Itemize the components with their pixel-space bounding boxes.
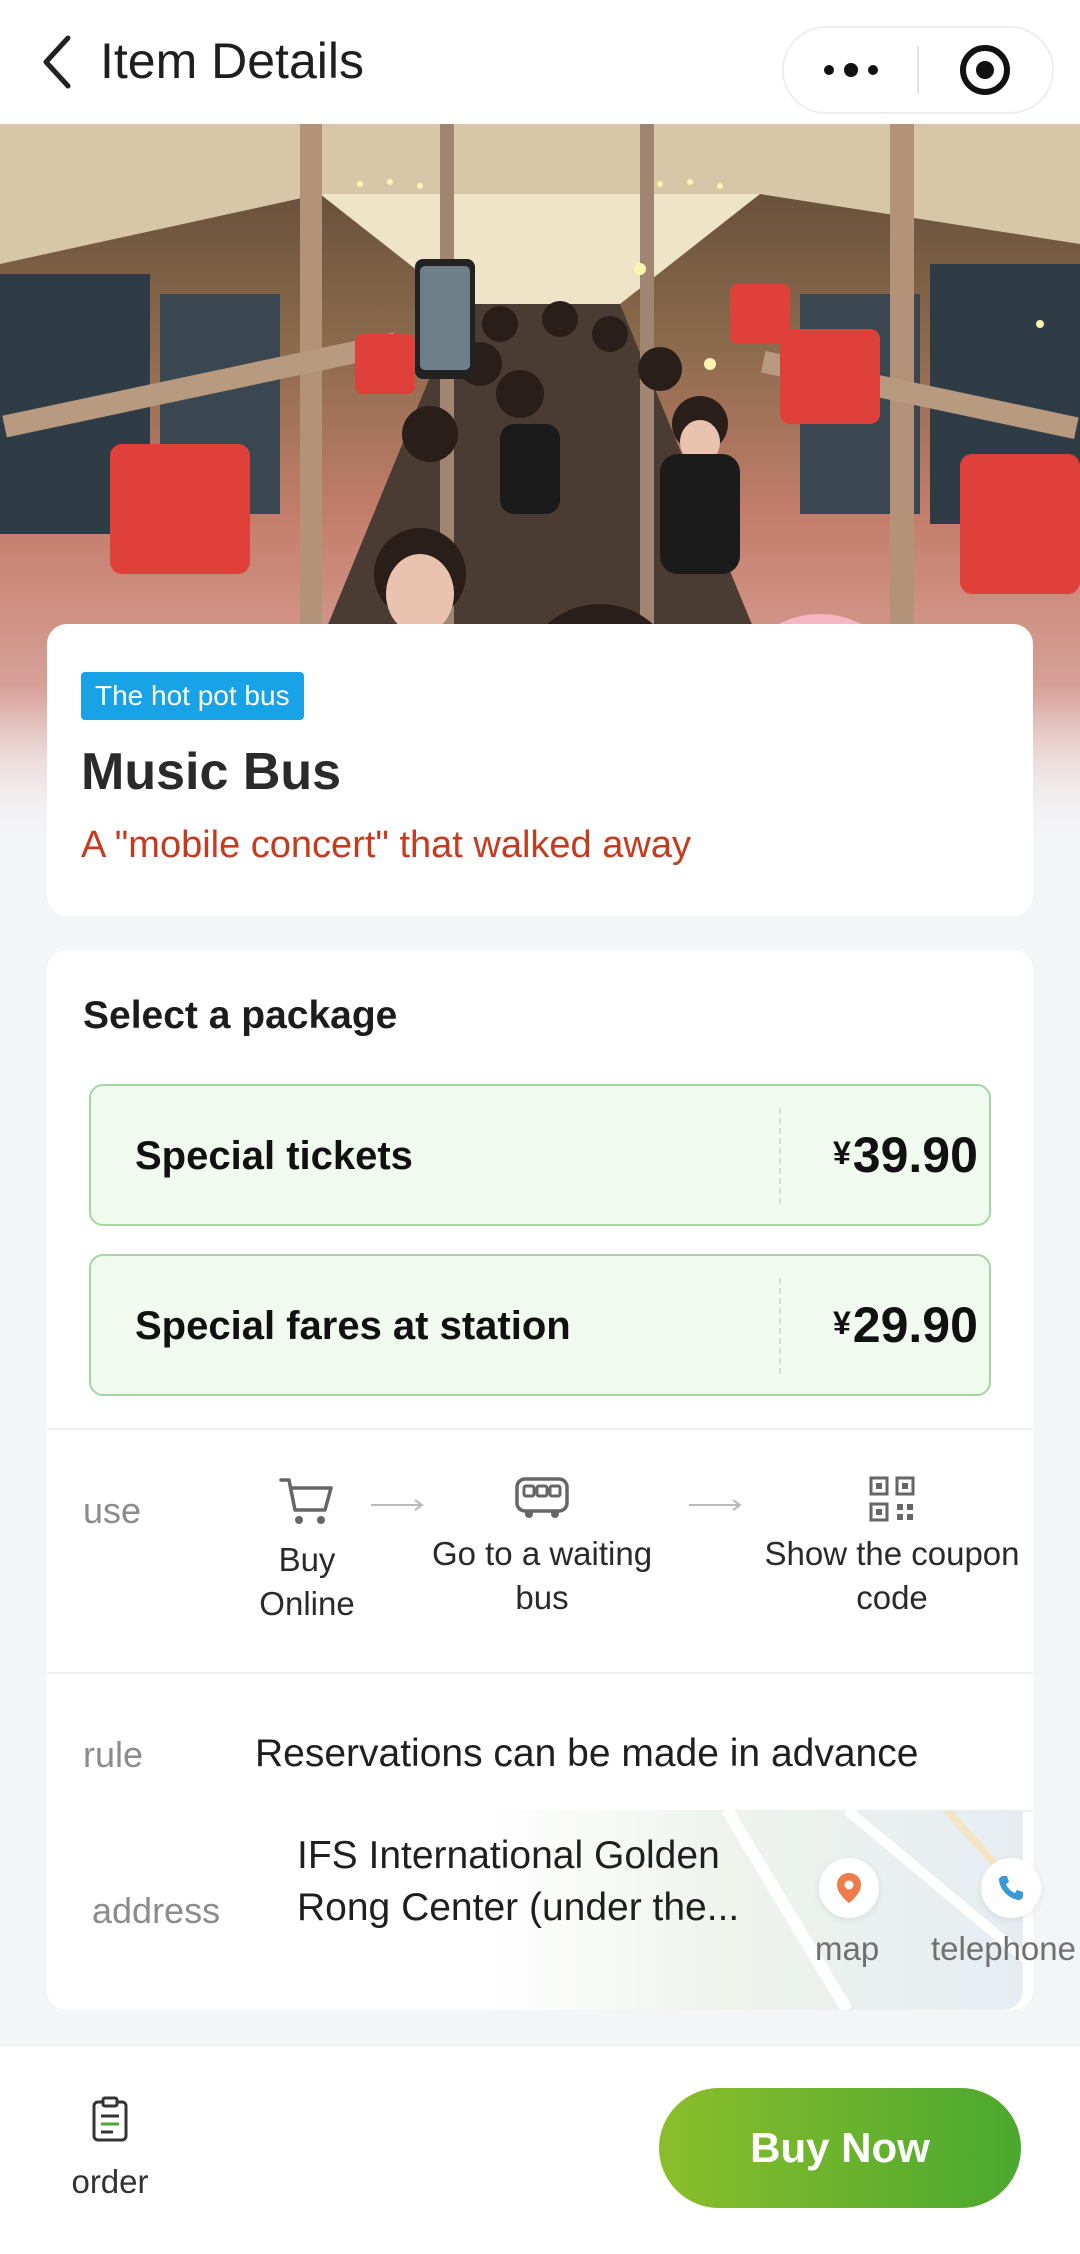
target-circle-icon (960, 45, 1011, 95)
cart-icon (279, 1478, 333, 1524)
item-details-page: Item Details The hot pot bus Music Bus A… (0, 0, 1080, 2254)
chevron-left-icon (43, 35, 71, 89)
package-option-special-tickets[interactable]: Special tickets ¥39.90 (89, 1084, 991, 1226)
order-button[interactable]: order (50, 2096, 170, 2206)
more-dots-icon (823, 63, 878, 77)
order-label: order (71, 2163, 149, 2200)
step-label-line2: bus (515, 1579, 569, 1616)
package-divider (779, 1278, 781, 1374)
address-text[interactable]: IFS International Golden Rong Center (un… (297, 1830, 777, 1934)
page-title: Item Details (100, 33, 364, 89)
divider (47, 1428, 1033, 1430)
map-button[interactable] (819, 1858, 879, 1918)
close-button[interactable] (919, 28, 1052, 112)
arrow-right-icon (689, 1499, 742, 1511)
back-button[interactable] (40, 30, 90, 94)
item-info-card: The hot pot bus Music Bus A "mobile conc… (47, 624, 1033, 916)
bus-icon (515, 1477, 569, 1518)
clipboard-icon (92, 2096, 128, 2142)
address-line1: IFS International Golden (297, 1834, 720, 1877)
map-label[interactable]: map (815, 1930, 879, 1968)
address-label: address (92, 1890, 221, 1931)
item-title: Music Bus (81, 743, 342, 801)
use-label: use (83, 1490, 142, 1531)
package-name: Special fares at station (135, 1304, 571, 1348)
package-option-station-fares[interactable]: Special fares at station ¥29.90 (89, 1254, 991, 1396)
rule-text: Reservations can be made in advance (255, 1732, 919, 1775)
step-label-line1: Buy (278, 1541, 336, 1578)
buy-now-button[interactable]: Buy Now (659, 2088, 1021, 2208)
package-card: Select a package Special tickets ¥39.90 … (47, 950, 1076, 2010)
price-value: 29.90 (852, 1297, 978, 1353)
address-line2: Rong Center (under the... (297, 1886, 740, 1929)
price-currency: ¥ (833, 1135, 851, 1171)
more-button[interactable] (784, 28, 917, 112)
step-label-line1: Go to a waiting (431, 1535, 653, 1572)
price-value: 39.90 (852, 1127, 978, 1183)
package-heading: Select a package (83, 994, 398, 1037)
telephone-label[interactable]: telephone (931, 1930, 1076, 1968)
price-currency: ¥ (833, 1305, 851, 1341)
package-name: Special tickets (135, 1134, 413, 1178)
step-show-coupon: Show the coupon code (747, 1476, 1037, 1620)
rule-label: rule (83, 1734, 144, 1775)
telephone-button[interactable] (981, 1858, 1041, 1918)
package-price: ¥29.90 (833, 1296, 978, 1354)
top-nav-bar: Item Details (0, 0, 1080, 124)
qr-code-icon (869, 1476, 915, 1522)
mini-program-capsule (782, 26, 1054, 114)
bottom-action-bar: order Buy Now (0, 2044, 1080, 2254)
item-subtitle: A "mobile concert" that walked away (81, 824, 691, 866)
package-divider (779, 1108, 781, 1204)
phone-icon (999, 1876, 1023, 1900)
divider (47, 1672, 1033, 1674)
step-label-line2: code (856, 1579, 928, 1616)
step-go-to-bus: Go to a waiting bus (417, 1476, 667, 1620)
category-tag: The hot pot bus (81, 672, 304, 720)
package-price: ¥39.90 (833, 1126, 978, 1184)
location-pin-icon (837, 1873, 861, 1903)
step-label-line1: Show the coupon (764, 1535, 1020, 1572)
step-label-line2: Online (259, 1585, 355, 1622)
